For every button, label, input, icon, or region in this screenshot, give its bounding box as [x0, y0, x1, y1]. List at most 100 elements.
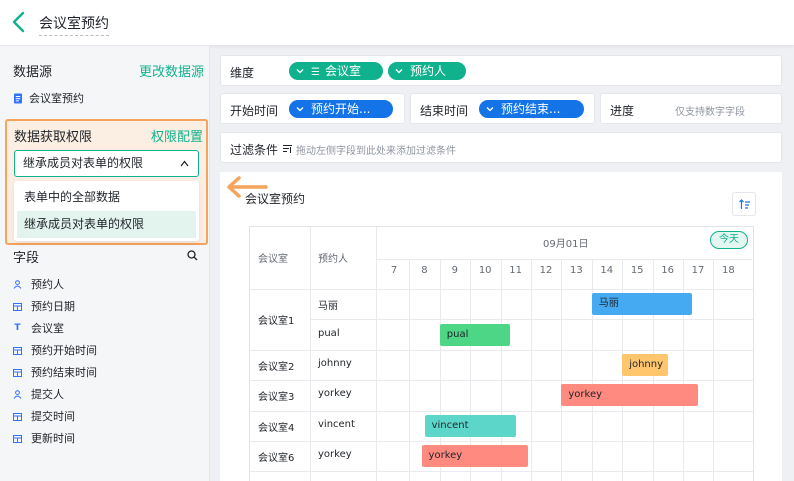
field-item-submitter[interactable]: 提交人 — [13, 386, 64, 402]
gantt-bar[interactable]: 马丽 — [591, 293, 693, 316]
filter-hint: 拖动左侧字段到此处来添加过滤条件 — [296, 146, 456, 157]
row-person-label: pual — [318, 327, 340, 339]
chevron-down-icon — [486, 107, 494, 112]
permission-option-inherit[interactable]: 继承成员对表单的权限 — [17, 211, 196, 238]
datasource-item-label: 会议室预约 — [29, 92, 84, 105]
chevron-up-icon — [180, 160, 189, 167]
end-time-pill[interactable]: 预约结束... — [479, 100, 584, 118]
row-room-label: 会议室4 — [258, 422, 295, 434]
dimension-pill-room-label: 会议室 — [324, 64, 361, 78]
datasource-title: 数据源 — [13, 65, 53, 80]
field-item-submit-time[interactable]: 提交时间 — [13, 408, 75, 424]
row-person-label: johnny — [318, 358, 352, 369]
grid-line — [561, 259, 563, 481]
row-room-label: 会议室1 — [258, 316, 295, 328]
hour-tick: 13 — [570, 265, 583, 276]
permission-title: 数据获取权限 — [14, 130, 93, 145]
today-button[interactable]: 今天 — [710, 231, 748, 249]
gantt-bar[interactable]: johnny — [622, 354, 668, 376]
hour-tick: 12 — [539, 265, 553, 276]
form-icon — [14, 93, 22, 103]
grid-line — [250, 410, 753, 412]
hour-tick: 9 — [451, 265, 458, 276]
field-label: 预约人 — [31, 278, 64, 291]
grid-line — [531, 259, 532, 481]
chevron-down-icon — [296, 69, 304, 74]
calendar-icon — [13, 368, 22, 377]
row-person-label: vincent — [318, 418, 355, 430]
dimension-row[interactable]: 维度 ☰ 会议室 预约人 — [220, 55, 782, 86]
start-time-pill-label: 预约开始... — [311, 102, 371, 116]
chart-area: 会议室预约 会议室 预约人 09月01日 今天 7 8 9 10 11 12 13 14 15 1… — [220, 172, 782, 481]
hour-tick: 14 — [600, 265, 614, 276]
dimension-pill-person[interactable]: 预约人 — [388, 62, 466, 80]
grid-line — [376, 227, 377, 481]
permission-config-link[interactable]: 权限配置 — [151, 126, 203, 145]
permission-option-all[interactable]: 表单中的全部数据 — [17, 184, 196, 211]
grid-line — [409, 259, 411, 481]
field-item-reserve-date[interactable]: 预约日期 — [13, 298, 75, 314]
hour-tick: 7 — [390, 265, 398, 276]
gantt-bar[interactable]: yorkey — [561, 384, 699, 407]
field-item-update-time[interactable]: 更新时间 — [13, 430, 75, 446]
back-arrow-icon[interactable] — [10, 11, 28, 33]
grid-line — [250, 380, 753, 382]
gantt-bar[interactable]: pual — [439, 323, 510, 346]
sort-icon — [739, 199, 750, 209]
grid-line — [250, 471, 753, 473]
row-person-label: yorkey — [318, 449, 352, 461]
user-icon — [13, 279, 22, 289]
gantt-bar[interactable]: vincent — [424, 414, 516, 437]
field-item-start-time[interactable]: 预约开始时间 — [13, 342, 97, 358]
progress-row[interactable]: 进度 仅支持数字字段 — [600, 93, 782, 124]
text-icon: T — [14, 322, 21, 333]
hour-tick: 15 — [630, 265, 644, 276]
row-room-label: 会议室2 — [258, 362, 295, 373]
chevron-down-icon — [395, 69, 403, 74]
date-header: 09月01日 — [543, 239, 589, 250]
datasource-item[interactable]: 会议室预约 — [13, 90, 84, 106]
field-item-end-time[interactable]: 预约结束时间 — [13, 364, 97, 380]
permission-dropdown-menu: 表单中的全部数据 继承成员对表单的权限 — [14, 181, 199, 241]
change-datasource-link[interactable]: 更改数据源 — [139, 61, 204, 80]
filter-icon — [283, 145, 292, 153]
column-header-person: 预约人 — [318, 254, 348, 265]
chevron-down-icon — [296, 107, 304, 112]
text-field-icon: ☰ — [311, 67, 320, 78]
dimension-pill-person-label: 预约人 — [410, 64, 447, 78]
calendar-icon — [13, 302, 22, 311]
column-header-room: 会议室 — [258, 254, 288, 265]
end-time-label: 结束时间 — [420, 104, 469, 118]
progress-label: 进度 — [610, 104, 635, 118]
hour-tick: 18 — [722, 265, 735, 276]
hour-tick: 8 — [421, 265, 428, 276]
calendar-icon — [13, 346, 22, 355]
calendar-icon — [13, 412, 22, 421]
grid-line — [310, 319, 753, 321]
page-title[interactable]: 会议室预约 — [39, 13, 109, 36]
end-time-pill-label: 预约结束... — [501, 102, 561, 116]
user-icon — [13, 389, 22, 399]
gantt-bar[interactable]: yorkey — [421, 445, 528, 468]
start-time-pill[interactable]: 预约开始... — [289, 100, 393, 118]
search-icon[interactable] — [187, 250, 198, 261]
start-time-row[interactable]: 开始时间 预约开始... — [220, 93, 405, 124]
grid-line — [250, 349, 753, 351]
sort-button[interactable] — [732, 192, 756, 216]
field-item-reserver[interactable]: 预约人 — [13, 276, 64, 292]
dimension-pill-room[interactable]: ☰ 会议室 — [289, 62, 383, 80]
end-time-row[interactable]: 结束时间 预约结束... — [410, 93, 595, 124]
permission-select[interactable]: 继承成员对表单的权限 — [14, 150, 199, 177]
sidebar: 数据源 更改数据源 会议室预约 数据获取权限 权限配置 继承成员对表单的权限 表… — [0, 46, 210, 481]
row-person-label: yorkey — [318, 388, 352, 400]
grid-line — [250, 441, 753, 442]
hour-tick: 17 — [691, 265, 705, 276]
filter-row[interactable]: 过滤条件 拖动左侧字段到此处来添加过滤条件 — [220, 132, 782, 163]
field-label: 会议室 — [31, 322, 64, 335]
field-item-room[interactable]: T 会议室 — [13, 320, 64, 336]
start-time-label: 开始时间 — [230, 104, 279, 118]
permission-select-value: 继承成员对表单的权限 — [23, 156, 144, 170]
arrow-left-icon — [227, 176, 268, 198]
field-label: 提交时间 — [31, 410, 75, 423]
field-label: 更新时间 — [31, 432, 75, 445]
